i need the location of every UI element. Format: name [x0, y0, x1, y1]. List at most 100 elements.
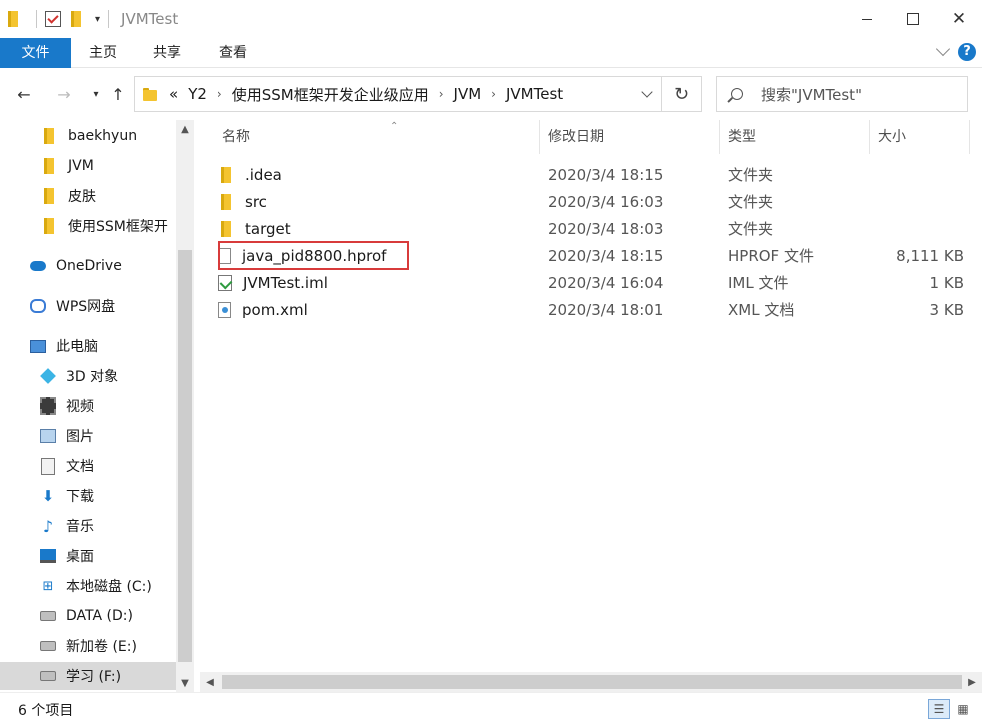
sidebar-item-music[interactable]: ♪ 音乐: [0, 512, 176, 540]
scrollbar-thumb[interactable]: [178, 250, 192, 662]
column-header-date[interactable]: 修改日期: [540, 120, 720, 154]
sidebar-item-drive-d[interactable]: DATA (D:): [0, 602, 176, 630]
drive-icon: [40, 668, 56, 684]
navigation-bar: ← → ▾ ↑ « Y2 › 使用SSM框架开发企业级应用 › JVM › JV…: [0, 68, 982, 120]
window-title: JVMTest: [121, 10, 179, 28]
sidebar-item-label: 皮肤: [68, 189, 96, 205]
file-name: JVMTest.iml: [243, 273, 328, 292]
sidebar-item-label: 本地磁盘 (C:): [66, 579, 152, 595]
search-icon: [731, 88, 743, 100]
details-view-icon[interactable]: ☰: [928, 699, 950, 719]
scroll-up-icon[interactable]: ▲: [176, 120, 194, 138]
column-header-name[interactable]: 名称 ⌃: [214, 120, 540, 154]
folder-icon: [221, 193, 231, 210]
tab-share[interactable]: 共享: [150, 38, 184, 68]
column-header-label: 名称: [222, 129, 250, 145]
sidebar-scrollbar[interactable]: ▲ ▼: [176, 120, 194, 692]
breadcrumb-separator-icon[interactable]: ›: [217, 87, 222, 101]
scroll-down-icon[interactable]: ▼: [176, 674, 194, 692]
folder-icon: [221, 220, 231, 237]
file-list-horizontal-scrollbar[interactable]: ◀ ▶: [200, 672, 982, 692]
breadcrumb-y2[interactable]: Y2: [188, 85, 207, 103]
status-bar: 6 个项目 ☰ ▦: [0, 692, 982, 724]
tab-file[interactable]: 文件: [0, 38, 71, 68]
sidebar-item-drive-c[interactable]: ⊞ 本地磁盘 (C:): [0, 572, 176, 600]
folder-icon: [221, 166, 231, 183]
sidebar-item-this-pc[interactable]: 此电脑: [0, 332, 176, 360]
file-name: target: [245, 219, 291, 238]
expand-ribbon-chevron-icon[interactable]: [935, 41, 951, 57]
scroll-right-icon[interactable]: ▶: [962, 672, 982, 692]
address-bar[interactable]: « Y2 › 使用SSM框架开发企业级应用 › JVM › JVMTest: [134, 76, 662, 112]
breadcrumb-jvm[interactable]: JVM: [454, 85, 482, 103]
customize-toolbar-dropdown-icon[interactable]: ▾: [95, 14, 100, 25]
desktop-icon: [40, 548, 56, 564]
file-size: 8,111 KB: [896, 246, 964, 265]
sidebar-item-ssm[interactable]: 使用SSM框架开: [0, 212, 176, 240]
file-row[interactable]: src 2020/3/4 16:03 文件夹: [218, 188, 964, 215]
back-arrow-icon[interactable]: ←: [12, 82, 36, 106]
sidebar-item-label: OneDrive: [56, 258, 122, 274]
file-row[interactable]: .idea 2020/3/4 18:15 文件夹: [218, 161, 964, 188]
file-date: 2020/3/4 18:15: [548, 165, 664, 184]
sidebar-item-videos[interactable]: 视频: [0, 392, 176, 420]
tab-home[interactable]: 主页: [86, 38, 120, 68]
breadcrumb-ssm[interactable]: 使用SSM框架开发企业级应用: [232, 84, 429, 105]
file-type: 文件夹: [728, 220, 774, 238]
recent-locations-chevron-icon[interactable]: ▾: [84, 82, 108, 106]
wps-cloud-icon: [30, 298, 46, 314]
sidebar-item-wps[interactable]: WPS网盘: [0, 292, 176, 320]
breadcrumb-overflow[interactable]: «: [169, 85, 178, 103]
sidebar-item-label: 使用SSM框架开: [68, 219, 168, 235]
sidebar-item-skin[interactable]: 皮肤: [0, 182, 176, 210]
refresh-icon[interactable]: ↻: [662, 76, 702, 112]
search-box[interactable]: 搜索"JVMTest": [716, 76, 968, 112]
large-icons-view-icon[interactable]: ▦: [952, 699, 974, 719]
sidebar-item-jvm[interactable]: JVM: [0, 152, 176, 180]
music-icon: ♪: [42, 516, 54, 536]
sidebar-item-desktop[interactable]: 桌面: [0, 542, 176, 570]
title-bar: ▾ JVMTest ✕: [0, 0, 982, 38]
breadcrumb-separator-icon[interactable]: ›: [491, 87, 496, 101]
close-button[interactable]: ✕: [936, 0, 982, 38]
file-row[interactable]: target 2020/3/4 18:03 文件夹: [218, 215, 964, 242]
minimize-button[interactable]: [844, 0, 890, 38]
tab-view[interactable]: 查看: [216, 38, 250, 68]
sidebar-item-label: 此电脑: [56, 339, 98, 355]
file-type: 文件夹: [728, 166, 774, 184]
maximize-button[interactable]: [890, 0, 936, 38]
iml-file-icon: [218, 274, 232, 291]
sidebar-item-label: 视频: [66, 399, 94, 415]
column-header-size[interactable]: 大小: [870, 120, 970, 154]
address-history-chevron-icon[interactable]: [641, 86, 653, 98]
sidebar-item-baekhyun[interactable]: baekhyun: [0, 122, 176, 150]
sidebar-item-3d-objects[interactable]: 3D 对象: [0, 362, 176, 390]
forward-arrow-icon[interactable]: →: [52, 82, 76, 106]
properties-icon[interactable]: [45, 11, 61, 27]
file-name: pom.xml: [242, 300, 308, 319]
sidebar-item-label: 桌面: [66, 549, 94, 565]
column-header-type[interactable]: 类型: [720, 120, 870, 154]
up-arrow-icon[interactable]: ↑: [106, 82, 130, 106]
help-button[interactable]: ?: [958, 43, 976, 61]
video-icon: [40, 398, 56, 414]
file-row[interactable]: pom.xml 2020/3/4 18:01 XML 文档 3 KB: [218, 296, 964, 323]
sidebar-item-drive-e[interactable]: 新加卷 (E:): [0, 632, 176, 660]
folder-icon: [143, 87, 157, 101]
sidebar-item-downloads[interactable]: ⬇ 下载: [0, 482, 176, 510]
file-row[interactable]: JVMTest.iml 2020/3/4 16:04 IML 文件 1 KB: [218, 269, 964, 296]
folder-icon: [44, 188, 54, 204]
sidebar-item-pictures[interactable]: 图片: [0, 422, 176, 450]
sidebar-item-documents[interactable]: 文档: [0, 452, 176, 480]
breadcrumb-separator-icon[interactable]: ›: [439, 87, 444, 101]
sidebar-item-label: JVM: [68, 158, 94, 174]
sidebar-item-label: 文档: [66, 459, 94, 475]
new-folder-icon[interactable]: [71, 11, 81, 27]
breadcrumb-jvmtest[interactable]: JVMTest: [506, 85, 563, 103]
scroll-left-icon[interactable]: ◀: [200, 672, 220, 692]
sidebar-item-label: 下载: [66, 489, 94, 505]
sidebar-item-onedrive[interactable]: OneDrive: [0, 252, 176, 280]
scrollbar-thumb[interactable]: [222, 675, 962, 689]
sidebar-item-drive-f[interactable]: 学习 (F:): [0, 662, 176, 690]
navigation-pane: baekhyun JVM 皮肤 使用SSM框架开 OneDrive WPS网盘 …: [0, 120, 196, 692]
